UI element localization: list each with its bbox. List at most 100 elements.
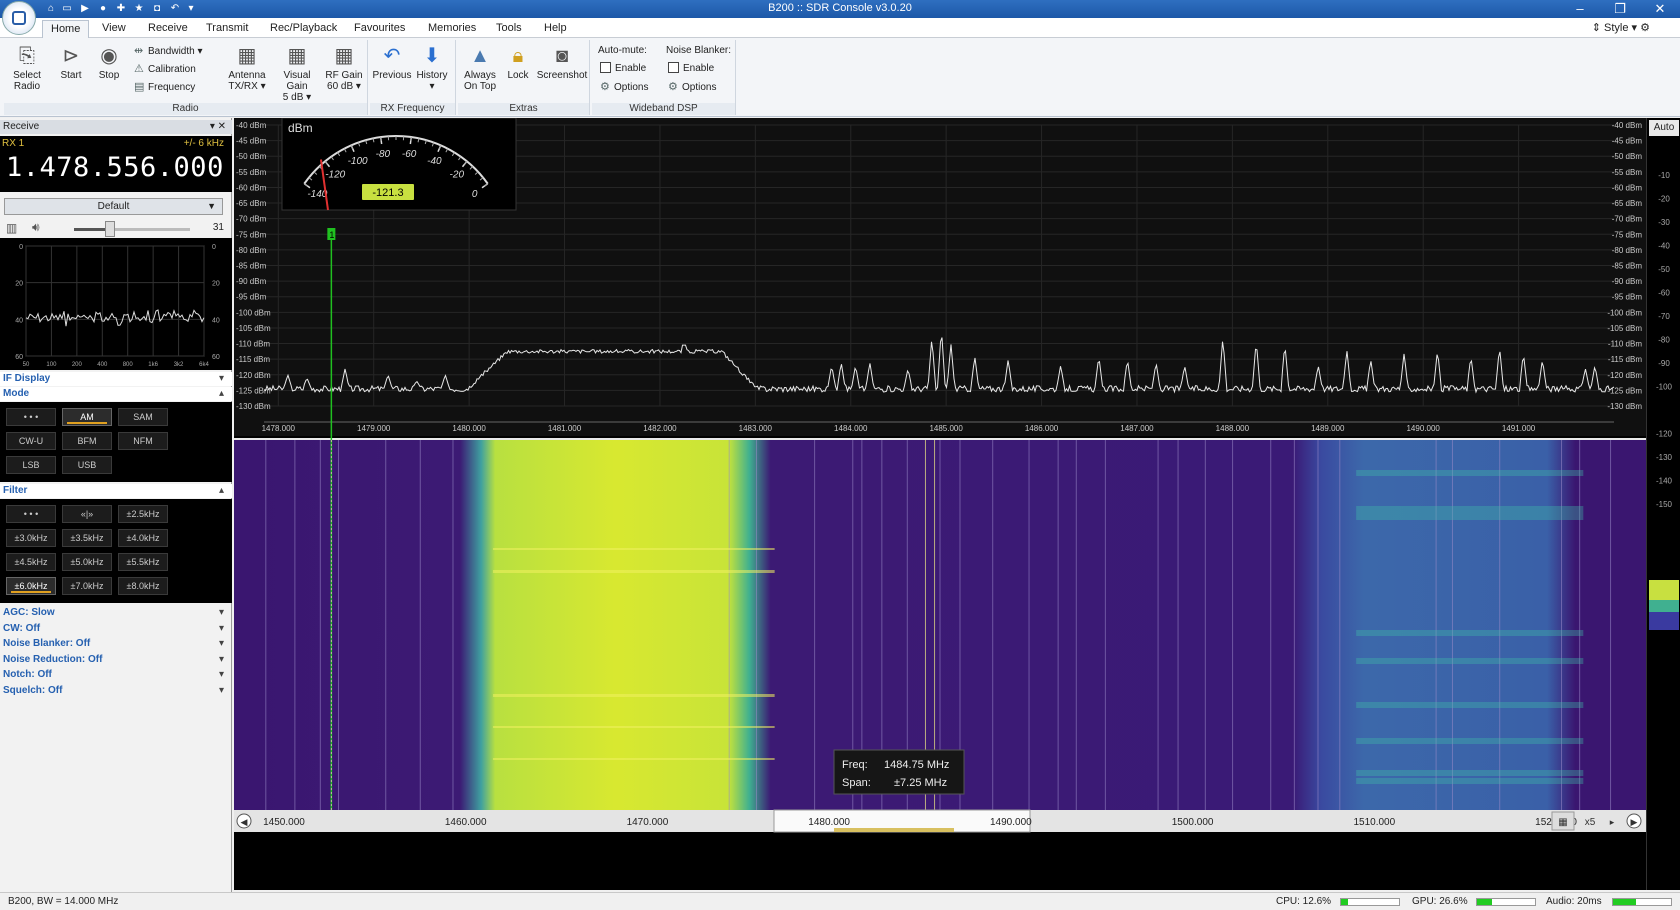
app-menu-button[interactable] [2,1,36,35]
frequency-readout[interactable]: 1.478.556.000 [6,152,224,183]
if-display-section[interactable]: IF Display ▾ [0,372,232,386]
signal-meter: dBm -140-120-100-80 -60-40-200 -121.3 [281,117,517,211]
bandwidth-button[interactable]: ⇹ Bandwidth ▾ [134,44,203,59]
zoom-level[interactable]: x5 [1585,817,1596,828]
tab-tools[interactable]: Tools [488,20,530,38]
automute-enable-checkbox[interactable]: Enable [600,62,646,76]
overview-label: 1460.000 [445,817,487,828]
filter-button-10[interactable]: ±7.0kHz [62,577,112,595]
filter-button-5[interactable]: ±4.0kHz [118,529,168,547]
nb-checkbox-box [668,62,679,73]
speaker-icon[interactable]: 🔊︎ [32,220,40,235]
mode-button-3[interactable]: CW-U [6,432,56,450]
profile-select[interactable]: Default ▼ [4,198,223,215]
level-scale[interactable]: Auto -10 -20 -30 -40 -50 -60 -70 -80 -90 -100 -110… [1646,118,1680,890]
dbm-label-right: -80 dBm [1612,246,1643,255]
audio-spectrum-trace [25,309,205,327]
tab-view[interactable]: View [94,20,134,38]
tab-help[interactable]: Help [536,20,575,38]
panel-controls[interactable]: ▾ ✕ [210,120,226,134]
spectrum-waterfall-svg[interactable]: -40 dBm -40 dBm -45 dBm -45 dBm -50 dBm -50 d… [234,117,1646,890]
dbm-label-right: -60 dBm [1612,183,1643,192]
dsp-section-4[interactable]: Notch: Off ▾ [0,668,232,682]
screenshot-button[interactable]: ◙ Screenshot [536,44,588,81]
filter-button-4[interactable]: ±3.5kHz [62,529,112,547]
calibration-label: Calibration [148,64,196,75]
spectrum-splitter[interactable] [234,438,1646,440]
nb-enable-checkbox[interactable]: Enable [668,62,714,76]
spectrum-waterfall-area[interactable]: -40 dBm -40 dBm -45 dBm -45 dBm -50 dBm -50 d… [234,117,1646,890]
always-on-top-button[interactable]: ▲ Always On Top [460,44,500,92]
dsp-section-3[interactable]: Noise Reduction: Off ▾ [0,653,232,667]
frequency-display[interactable]: RX 1 +/- 6 kHz 1.478.556.000 [0,136,232,192]
dsp-section-label: Notch: Off [3,669,52,680]
rx-label: RX 1 [2,138,25,149]
close-button[interactable]: ✕ [1640,0,1680,18]
antenna-label: Antenna [228,70,266,81]
meter-icon[interactable]: ▥ [6,221,17,235]
audio-x-label: 200 [72,362,83,368]
minimize-button[interactable]: – [1560,0,1600,18]
select-radio-button[interactable]: ⎘ Select Radio [6,44,48,92]
lock-button[interactable]: 🔒︎ Lock [502,44,534,81]
dbm-label-left: -110 dBm [236,340,270,349]
history-button[interactable]: ⬇ History ▾ [412,44,452,92]
filter-section[interactable]: Filter ▴ [0,484,232,498]
calibration-button[interactable]: ⚠ Calibration [134,62,196,77]
audio-spectrum: 0 0 20 20 40 40 60 60 50 100 200 400 800 1k6 3k2 6k4 [0,238,232,370]
auto-scale-button[interactable]: Auto [1649,120,1679,136]
mode-button-6[interactable]: LSB [6,456,56,474]
filter-button-2[interactable]: ±2.5kHz [118,505,168,523]
waterfall-band-streak [1356,778,1584,784]
previous-button[interactable]: ↶ Previous [372,44,412,81]
dsp-section-5[interactable]: Squelch: Off ▾ [0,684,232,698]
tab-memories[interactable]: Memories [420,20,484,38]
rf-gain-button[interactable]: ▦ RF Gain 60 dB ▾ [324,44,364,92]
tab-rec-playback[interactable]: Rec/Playback [262,20,345,38]
filter-button-9[interactable]: ±6.0kHz [6,577,56,595]
automute-checkbox-box [600,62,611,73]
filter-button-7[interactable]: ±5.0kHz [62,553,112,571]
overview-band-highlight [834,828,954,832]
automute-options-button[interactable]: ⚙ Options [600,80,648,95]
dbm-label-left: -80 dBm [236,246,267,255]
mode-button-7[interactable]: USB [62,456,112,474]
visual-gain-button[interactable]: ▦ Visual Gain 5 dB ▾ [272,44,322,103]
filter-button-6[interactable]: ±4.5kHz [6,553,56,571]
tab-home[interactable]: Home [42,20,90,38]
frequency-button[interactable]: ▤ Frequency [134,80,195,95]
start-button[interactable]: ⊳ Start [54,44,88,81]
filter-button-8[interactable]: ±5.5kHz [118,553,168,571]
filter-button-1[interactable]: «|» [62,505,112,523]
antenna-button[interactable]: ▦ Antenna TX/RX ▾ [226,44,268,92]
mode-button-1[interactable]: AM [62,408,112,426]
expand-icon: ▾ [218,684,224,696]
tooltip-span: ±7.25 MHz [894,777,947,789]
mode-button-4[interactable]: BFM [62,432,112,450]
dsp-section-0[interactable]: AGC: Slow ▾ [0,606,232,620]
mode-button-0[interactable]: • • • [6,408,56,426]
mode-button-2[interactable]: SAM [118,408,168,426]
filter-button-0[interactable]: • • • [6,505,56,523]
zoom-next-icon[interactable]: ▸ [1610,817,1615,827]
dsp-section-1[interactable]: CW: Off ▾ [0,622,232,636]
mode-button-5[interactable]: NFM [118,432,168,450]
dbm-label-left: -95 dBm [236,293,267,302]
stop-button[interactable]: ◉ Stop [92,44,126,81]
filter-buttons: • • • «|» ±2.5kHz ±3.0kHz ±3.5kHz ±4.0kHz ±4.5… [0,499,232,603]
mode-section[interactable]: Mode ▴ [0,387,232,401]
volume-thumb[interactable] [104,221,115,237]
level-scale-svg: -10 -20 -30 -40 -50 -60 -70 -80 -90 -100 -110 -120 -… [1649,171,1679,630]
tab-transmit[interactable]: Transmit [198,20,256,38]
tab-favourites[interactable]: Favourites [346,20,413,38]
freq-label: 1487.000 [1120,424,1154,433]
extras-group: ▲ Always On Top 🔒︎ Lock ◙ Screenshot Extras [458,40,590,115]
filter-button-3[interactable]: ±3.0kHz [6,529,56,547]
style-menu[interactable]: ⇕ Style ▾ ⚙ [1592,21,1650,34]
restore-button[interactable]: ❐ [1600,0,1640,18]
nb-options-button[interactable]: ⚙ Options [668,80,716,95]
filter-button-11[interactable]: ±8.0kHz [118,577,168,595]
tab-receive[interactable]: Receive [140,20,196,38]
dbm-label-right: -85 dBm [1612,262,1643,271]
dsp-section-2[interactable]: Noise Blanker: Off ▾ [0,637,232,651]
